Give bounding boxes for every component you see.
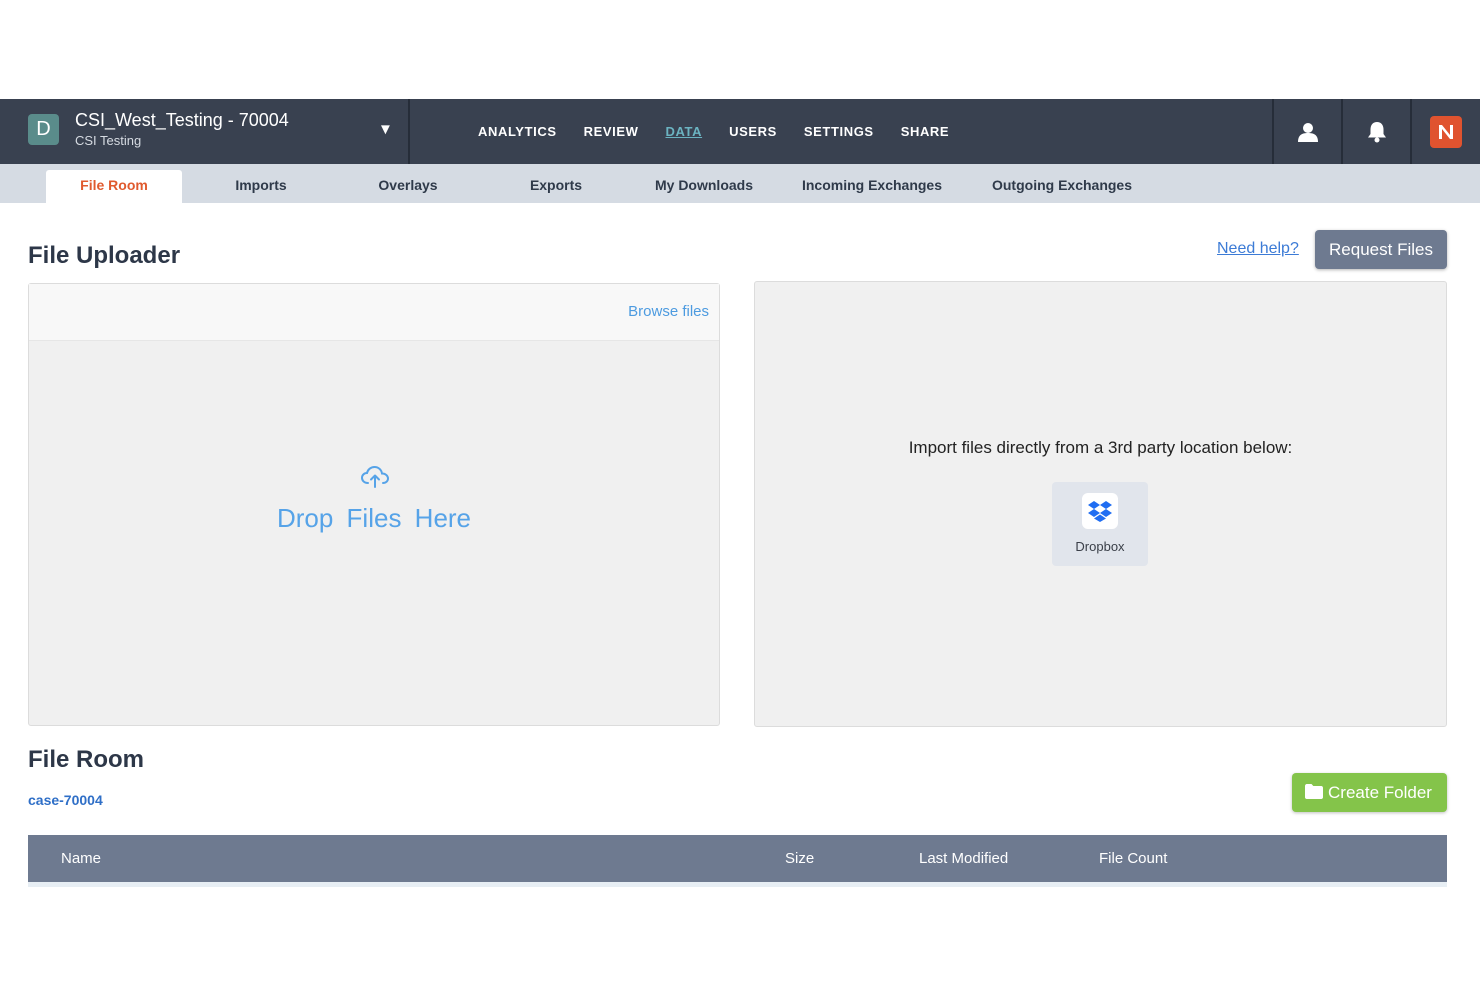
tab-imports[interactable]: Imports xyxy=(203,170,319,203)
file-uploader-title: File Uploader xyxy=(28,242,181,269)
breadcrumb-case[interactable]: case-70004 xyxy=(28,792,103,808)
cloud-upload-icon xyxy=(360,465,390,488)
column-size[interactable]: Size xyxy=(785,850,814,867)
nav-users[interactable]: USERS xyxy=(729,124,777,139)
column-file-count[interactable]: File Count xyxy=(1099,850,1167,867)
dropbox-import-button[interactable]: Dropbox xyxy=(1052,482,1148,566)
column-name[interactable]: Name xyxy=(61,850,101,867)
import-instructions: Import files directly from a 3rd party l… xyxy=(908,438,1293,457)
create-folder-label: Create Folder xyxy=(1328,783,1432,802)
folder-icon xyxy=(1305,784,1323,799)
case-selector[interactable]: D CSI_West_Testing - 70004 CSI Testing ▼ xyxy=(0,99,410,164)
tab-my-downloads[interactable]: My Downloads xyxy=(640,170,768,203)
file-table-body xyxy=(28,882,1447,887)
tab-overlays[interactable]: Overlays xyxy=(350,170,466,203)
case-avatar: D xyxy=(28,114,59,145)
case-title: CSI_West_Testing - 70004 xyxy=(75,110,289,130)
data-subtabs: File Room Imports Overlays Exports My Do… xyxy=(0,164,1480,203)
tab-exports[interactable]: Exports xyxy=(498,170,614,203)
nav-data[interactable]: DATA xyxy=(666,124,703,139)
user-icon xyxy=(1298,122,1318,142)
need-help-link[interactable]: Need help? xyxy=(1217,240,1299,258)
file-table-header: Name Size Last Modified File Count xyxy=(28,835,1447,882)
nav-settings[interactable]: SETTINGS xyxy=(804,124,874,139)
request-files-button[interactable]: Request Files xyxy=(1315,230,1447,269)
bell-icon xyxy=(1368,121,1386,142)
case-dropdown-caret-icon[interactable]: ▼ xyxy=(378,121,393,138)
notifications-button[interactable] xyxy=(1341,99,1411,164)
tab-outgoing-exchanges[interactable]: Outgoing Exchanges xyxy=(985,170,1139,203)
dropbox-icon xyxy=(1082,493,1118,529)
column-last-modified[interactable]: Last Modified xyxy=(919,850,1008,867)
drop-files-text: Drop Files Here xyxy=(276,503,472,533)
tab-incoming-exchanges[interactable]: Incoming Exchanges xyxy=(797,170,947,203)
third-party-import-panel: Import files directly from a 3rd party l… xyxy=(754,281,1447,727)
brand-button[interactable] xyxy=(1410,99,1480,164)
user-menu-button[interactable] xyxy=(1272,99,1342,164)
nav-review[interactable]: REVIEW xyxy=(584,124,639,139)
create-folder-button[interactable]: Create Folder xyxy=(1292,773,1447,812)
uploader-header: Browse files xyxy=(29,284,719,341)
nav-analytics[interactable]: ANALYTICS xyxy=(478,124,557,139)
main-nav: ANALYTICS REVIEW DATA USERS SETTINGS SHA… xyxy=(478,99,976,164)
case-subtitle: CSI Testing xyxy=(75,133,142,148)
browse-files-link[interactable]: Browse files xyxy=(628,303,709,320)
file-drop-zone[interactable]: Browse files Drop Files Here xyxy=(28,283,720,726)
top-navbar: D CSI_West_Testing - 70004 CSI Testing ▼… xyxy=(0,99,1480,164)
brand-logo-icon xyxy=(1430,115,1462,148)
file-room-title: File Room xyxy=(28,746,145,773)
dropbox-label: Dropbox xyxy=(1075,539,1125,554)
nav-share[interactable]: SHARE xyxy=(901,124,950,139)
tab-file-room[interactable]: File Room xyxy=(46,170,182,203)
